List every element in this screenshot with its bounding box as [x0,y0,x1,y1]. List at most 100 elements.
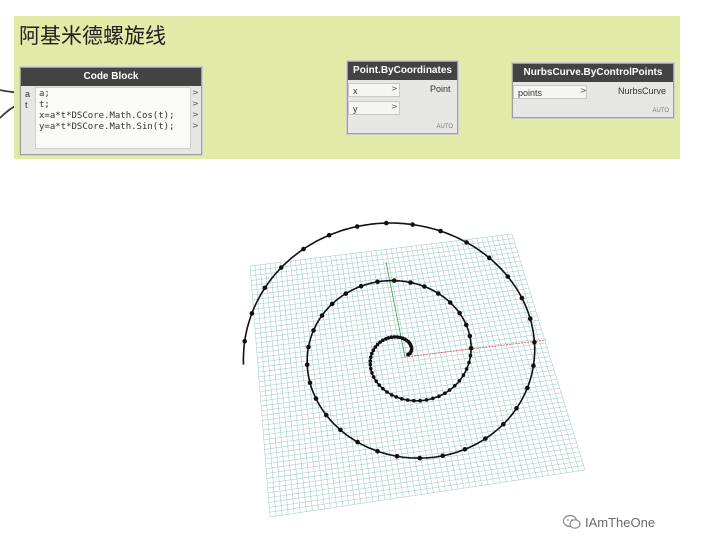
grid-line [268,447,579,494]
control-point [447,300,453,305]
control-point [377,383,382,387]
control-point [343,291,349,296]
control-point [519,295,525,301]
control-point [374,379,379,384]
control-point [405,398,410,402]
grid-line [400,247,452,490]
control-point [532,340,537,345]
control-point [438,228,443,234]
control-point [324,412,329,418]
grid-line [266,428,573,474]
control-point [424,398,429,402]
control-point [468,346,474,351]
nurbs-input-points[interactable]: points [513,85,587,99]
grid-line [486,237,555,475]
input-arrow-icon: > [391,84,398,93]
control-point [278,265,284,270]
point-bycoordinates-node[interactable]: Point.ByCoordinates x > y > Point AUTO [347,61,458,134]
lacing-label: AUTO [436,124,453,130]
code-line-4: y=a*t*DSCore.Math.Sin(t); [39,122,175,132]
grid-line [260,356,550,397]
control-point [399,397,404,401]
code-input-t[interactable]: t [25,100,28,110]
grid-line [264,401,564,445]
control-point [467,333,473,339]
control-point [468,353,473,358]
control-point [381,386,385,391]
grid-line [511,233,586,471]
control-point [463,322,469,328]
control-point [394,454,400,459]
point-input-y-label: y [353,104,358,114]
control-point [431,396,435,401]
point-output[interactable]: Point [430,84,451,94]
control-point [306,344,311,350]
output-arrow-icon[interactable]: > [192,88,199,97]
control-point [370,351,374,356]
code-block-node[interactable]: Code Block a t a; t; x=a*t*DSCore.Math.C… [20,67,202,155]
code-editor[interactable]: a; t; x=a*t*DSCore.Math.Cos(t); y=a*t*DS… [35,87,191,149]
control-point [514,406,519,411]
control-point [461,373,466,378]
control-point [371,348,376,353]
control-point [486,255,492,261]
control-point [368,362,373,367]
point-input-x-label: x [353,86,358,96]
control-point [418,398,422,403]
control-point [408,280,413,285]
control-point [464,240,469,245]
control-point [437,394,441,399]
control-point [457,310,462,316]
control-point [483,436,488,441]
grid-line [259,351,549,392]
code-line-1: a; [39,89,50,99]
control-point [453,384,457,388]
point-node-header: Point.ByCoordinates [348,62,457,80]
control-point [422,284,427,289]
watermark-text: IAmTheOne [585,515,656,530]
control-point [262,285,268,291]
control-point [443,391,447,396]
control-point [447,388,452,392]
control-point [369,355,373,360]
grid-line [266,424,571,469]
code-line-2: t; [39,100,50,110]
grid-line [267,437,576,484]
lacing-label: AUTO [652,108,669,114]
control-point [326,232,332,238]
control-point [440,453,446,459]
control-point [373,345,378,349]
nurbs-node-header: NurbsCurve.ByControlPoints [513,64,673,82]
code-input-a[interactable]: a [25,89,30,99]
control-point [412,398,416,403]
control-point [242,339,247,344]
control-point [501,421,506,427]
control-point [467,360,471,365]
output-arrow-icon[interactable]: > [192,99,199,108]
control-point [355,439,360,445]
grid-line [264,410,567,455]
control-point [370,371,374,375]
output-arrow-icon[interactable]: > [192,110,199,119]
control-point [527,316,533,322]
input-arrow-icon: > [580,86,587,95]
control-point [354,224,360,229]
control-point [462,447,468,452]
control-point [417,455,423,461]
grid-line [506,234,580,471]
control-point [436,291,441,296]
control-point [505,274,511,279]
watermark: IAmTheOne [563,514,656,530]
control-point [301,246,306,252]
nurbscurve-bycontrolpoints-node[interactable]: NurbsCurve.ByControlPoints points > Nurb… [512,63,674,118]
grid-line [269,469,586,518]
control-point [304,362,310,368]
output-arrow-icon[interactable]: > [192,121,199,130]
control-point [369,366,373,371]
x-axis [404,339,547,358]
control-point [311,328,316,333]
grid-line [265,415,569,460]
nurbs-output[interactable]: NurbsCurve [618,86,666,96]
control-point [394,395,399,399]
control-point [319,313,325,318]
